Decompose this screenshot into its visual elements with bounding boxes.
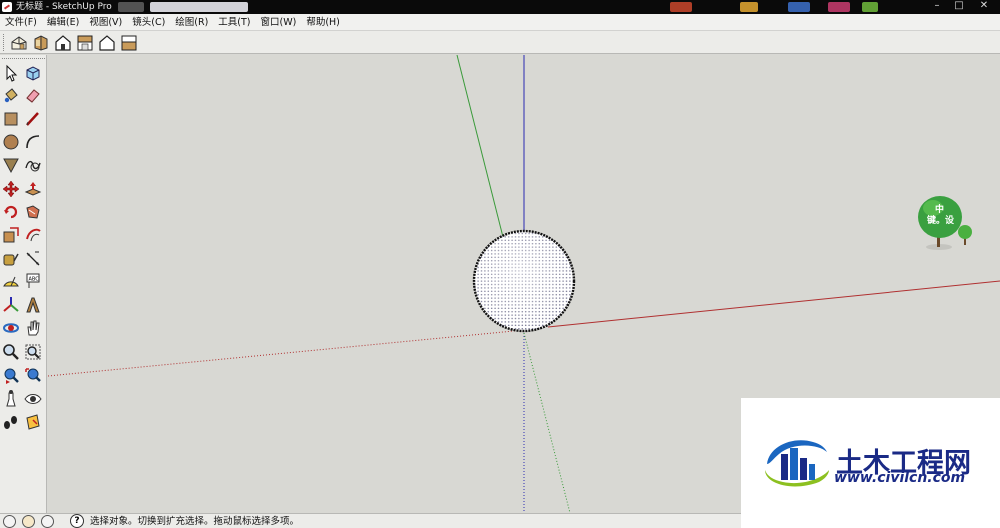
iso-view-icon[interactable] [9, 33, 29, 52]
taskbar-thumbnail[interactable] [670, 2, 692, 12]
protractor-icon[interactable] [1, 271, 21, 291]
maximize-button[interactable]: □ [950, 0, 968, 12]
taskbar-thumbnail[interactable] [788, 2, 810, 12]
zoom-extents-icon[interactable] [23, 365, 43, 385]
menu-draw[interactable]: 绘图(R) [170, 14, 213, 31]
menu-tools[interactable]: 工具(T) [213, 14, 255, 31]
freehand-icon[interactable] [23, 155, 43, 175]
red-axis-positive [547, 280, 1000, 328]
section-plane-icon[interactable] [23, 412, 43, 432]
title-bar: 无标题 - SketchUp Pro – □ ✕ [0, 0, 1000, 14]
minimize-button[interactable]: – [928, 0, 946, 12]
menu-window[interactable]: 窗口(W) [256, 14, 302, 31]
polygon-icon[interactable] [1, 155, 21, 175]
back-view-icon[interactable] [97, 33, 117, 52]
palette-grip[interactable] [2, 58, 45, 60]
orbit-icon[interactable] [1, 318, 21, 338]
front-view-icon[interactable] [53, 33, 73, 52]
green-axis-negative [523, 332, 571, 513]
menu-camera[interactable]: 镜头(C) [127, 14, 170, 31]
pan-hand-icon[interactable] [23, 318, 43, 338]
taskbar-thumbnail[interactable] [150, 2, 248, 12]
views-toolbar [0, 31, 1000, 54]
tape-measure-icon[interactable] [1, 249, 21, 269]
dimension-icon[interactable] [23, 249, 43, 269]
position-camera-icon[interactable] [1, 389, 21, 409]
watermark-logo: 土木工程网 www.civilcn.com [741, 398, 1000, 528]
axes-icon[interactable] [1, 295, 21, 315]
watermark-url: www.civilcn.com [834, 470, 966, 486]
rectangle-icon[interactable] [1, 109, 21, 129]
offset-icon[interactable] [23, 225, 43, 245]
select-arrow-icon[interactable] [1, 63, 21, 83]
left-view-icon[interactable] [119, 33, 139, 52]
zoom-icon[interactable] [1, 342, 21, 362]
push-pull-icon[interactable] [23, 179, 43, 199]
sketchup-app-icon [2, 2, 12, 12]
user-icon[interactable] [41, 515, 54, 528]
status-text: 选择对象。切换到扩充选择。拖动鼠标选择多项。 [90, 516, 300, 527]
3d-text-icon[interactable] [23, 295, 43, 315]
make-component-icon[interactable] [23, 63, 43, 83]
circle-icon[interactable] [1, 132, 21, 152]
taskbar-thumbnail[interactable] [740, 2, 758, 12]
close-button[interactable]: ✕ [975, 0, 993, 12]
menu-edit[interactable]: 编辑(E) [42, 14, 84, 31]
tree-label-line1: 中 [935, 203, 944, 215]
window-title: 无标题 - SketchUp Pro [16, 2, 112, 12]
zoom-window-icon[interactable] [23, 342, 43, 362]
right-view-icon[interactable] [75, 33, 95, 52]
civilcn-logo-icon [765, 440, 829, 487]
text-icon[interactable]: ABC [23, 271, 43, 291]
taskbar-thumbnail[interactable] [828, 2, 850, 12]
menu-view[interactable]: 视图(V) [84, 14, 127, 31]
pencil-line-icon[interactable] [23, 109, 43, 129]
taskbar-thumbnail[interactable] [862, 2, 878, 12]
red-axis-negative [48, 329, 525, 377]
scale-icon[interactable] [1, 225, 21, 245]
top-view-icon[interactable] [31, 33, 51, 52]
menu-bar: 文件(F) 编辑(E) 视图(V) 镜头(C) 绘图(R) 工具(T) 窗口(W… [0, 14, 1000, 31]
follow-me-icon[interactable] [23, 202, 43, 222]
paint-bucket-icon[interactable] [1, 85, 21, 105]
tool-palette: ABC [0, 55, 47, 513]
geo-location-icon[interactable] [3, 515, 16, 528]
walk-icon[interactable] [1, 412, 21, 432]
previous-view-icon[interactable] [1, 365, 21, 385]
rotate-icon[interactable] [1, 202, 21, 222]
help-icon[interactable]: ? [70, 514, 84, 528]
tree-figure[interactable]: 中 键。设 [918, 196, 972, 250]
menu-file[interactable]: 文件(F) [0, 14, 42, 31]
look-around-icon[interactable] [23, 389, 43, 409]
move-icon[interactable] [1, 179, 21, 199]
toolbar-grip[interactable] [3, 34, 6, 51]
taskbar-thumbnail[interactable] [118, 2, 144, 12]
svg-text:ABC: ABC [29, 277, 40, 283]
green-axis-positive [456, 55, 504, 238]
menu-help[interactable]: 帮助(H) [301, 14, 345, 31]
arc-icon[interactable] [23, 132, 43, 152]
credits-icon[interactable] [22, 515, 35, 528]
selected-sphere[interactable] [472, 229, 576, 333]
eraser-icon[interactable] [23, 85, 43, 105]
tree-label-line2: 键。设 [926, 214, 955, 226]
